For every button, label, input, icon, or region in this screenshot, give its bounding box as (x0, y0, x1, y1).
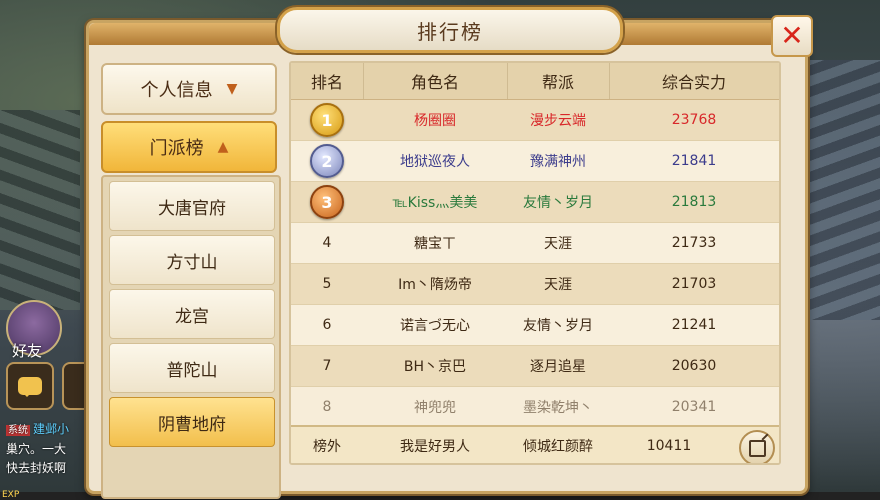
chat-line: 建邺小 (33, 422, 70, 436)
sect-item-datang[interactable]: 大唐官府 (109, 181, 275, 231)
chat-button[interactable] (6, 362, 54, 410)
ranking-table: 排名 角色名 帮派 综合实力 1 杨圈圈 漫步云端 23768 2 地狱巡夜人 … (289, 61, 781, 465)
rank-cell: 4 (322, 235, 332, 251)
guild-cell: 友情丶岁月 (523, 195, 593, 211)
power-cell: 21703 (671, 276, 717, 292)
power-cell: 20341 (671, 399, 717, 415)
background-roof-left (0, 110, 80, 310)
panel-title: 排行榜 (417, 19, 483, 44)
table-row[interactable]: 8 神兜兜 墨染乾坤丶 20341 (291, 387, 779, 428)
name-cell: Im丶隋炀帝 (398, 277, 472, 293)
name-cell: 地狱巡夜人 (400, 154, 470, 170)
rank-cell: 6 (322, 317, 332, 333)
friend-label: 好友 (12, 342, 43, 360)
my-power-cell: 10411 (646, 438, 692, 454)
bronze-medal-icon: 3 (310, 185, 344, 219)
header-rank: 排名 (291, 63, 364, 99)
gold-medal-icon: 1 (310, 103, 344, 137)
power-cell: 21733 (671, 235, 717, 251)
guild-cell: 友情丶岁月 (523, 318, 593, 334)
table-row[interactable]: 6 诺言づ无心 友情丶岁月 21241 (291, 305, 779, 346)
power-cell: 20630 (671, 358, 717, 374)
name-cell: 杨圈圈 (414, 113, 456, 129)
my-name-cell: 我是好男人 (400, 439, 470, 455)
name-cell: 诺言づ无心 (400, 318, 470, 334)
share-icon (748, 439, 766, 457)
title-plate: 排行榜 (277, 7, 623, 53)
share-button[interactable] (739, 430, 775, 463)
table-row[interactable]: 3 ℡Kiss灬美美 友情丶岁月 21813 (291, 182, 779, 223)
guild-cell: 逐月追星 (530, 359, 586, 375)
sect-item-fangcun[interactable]: 方寸山 (109, 235, 275, 285)
table-row[interactable]: 4 糖宝ㄒ 天涯 21733 (291, 223, 779, 264)
table-header: 排名 角色名 帮派 综合实力 (291, 63, 779, 100)
silver-medal-icon: 2 (310, 144, 344, 178)
my-guild-cell: 倾城红颜醉 (523, 439, 593, 455)
chevron-up-icon: ▲ (217, 139, 229, 155)
rank-cell: 2 (291, 141, 363, 181)
name-cell: ℡Kiss灬美美 (392, 195, 478, 211)
menu-personal-info[interactable]: 个人信息 ▼ (101, 63, 277, 115)
close-button[interactable]: ✕ (771, 15, 813, 57)
power-cell: 23768 (671, 112, 717, 128)
power-cell: 21813 (671, 194, 717, 210)
menu-sect-label: 门派榜 (149, 138, 204, 159)
my-rank-cell: 榜外 (313, 439, 341, 455)
chevron-down-icon: ▼ (226, 81, 238, 97)
system-tag: 系统 (6, 425, 30, 436)
header-guild: 帮派 (507, 63, 610, 99)
rank-cell: 7 (322, 358, 332, 374)
power-cell: 21241 (671, 317, 717, 333)
rank-cell: 5 (322, 276, 332, 292)
guild-cell: 漫步云端 (530, 113, 586, 129)
chat-bubble-icon (18, 377, 42, 397)
rank-cell: 8 (322, 399, 332, 415)
sect-item-yincao[interactable]: 阴曹地府 (109, 397, 275, 447)
name-cell: 糖宝ㄒ (414, 236, 456, 252)
guild-cell: 天涯 (544, 236, 572, 252)
chat-line: 快去封妖啊 (6, 461, 67, 475)
rank-cell: 1 (291, 100, 363, 140)
close-icon: ✕ (780, 19, 804, 52)
guild-cell: 墨染乾坤丶 (523, 400, 593, 416)
menu-personal-label: 个人信息 (140, 80, 213, 101)
table-row[interactable]: 5 Im丶隋炀帝 天涯 21703 (291, 264, 779, 305)
header-power: 综合实力 (661, 73, 726, 92)
name-cell: 神兜兜 (414, 400, 456, 416)
sect-item-putuo[interactable]: 普陀山 (109, 343, 275, 393)
power-cell: 21841 (671, 153, 717, 169)
table-row[interactable]: 7 BH丶京巴 逐月追星 20630 (291, 346, 779, 387)
name-cell: BH丶京巴 (403, 359, 467, 375)
chat-log: 系统 建邺小 巢穴。一大 快去封妖啊 (6, 420, 92, 478)
sect-list: 大唐官府 方寸山 龙宫 普陀山 阴曹地府 (101, 175, 281, 499)
chat-line: 巢穴。一大 (6, 442, 67, 456)
table-row[interactable]: 1 杨圈圈 漫步云端 23768 (291, 100, 779, 141)
sect-item-longgong[interactable]: 龙宫 (109, 289, 275, 339)
menu-sect-ranking[interactable]: 门派榜 ▲ (101, 121, 277, 173)
guild-cell: 天涯 (544, 277, 572, 293)
guild-cell: 豫满神州 (530, 154, 586, 170)
table-row[interactable]: 2 地狱巡夜人 豫满神州 21841 (291, 141, 779, 182)
my-ranking-row: 榜外 我是好男人 倾城红颜醉 10411 (291, 425, 779, 463)
ranking-panel: 排行榜 ✕ 个人信息 ▼ 门派榜 ▲ 大唐官府 方寸山 龙宫 普陀山 阴曹地府 … (86, 7, 813, 499)
rank-cell: 3 (291, 182, 363, 222)
exp-label: EXP (2, 490, 20, 500)
header-name: 角色名 (363, 63, 508, 99)
